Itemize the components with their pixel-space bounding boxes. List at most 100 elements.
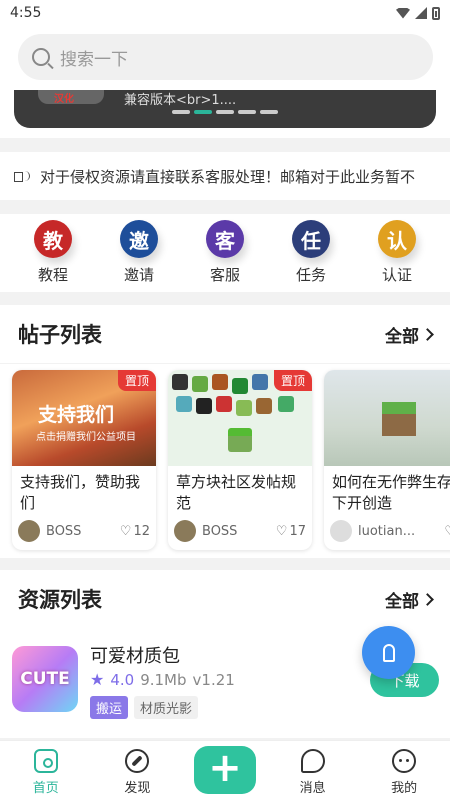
resource-rating: 4.0 — [110, 670, 135, 689]
app-screen: 4:55 搜索一下 汉化 兼容版本<br>1.... 对于侵权资源请直接联系客服… — [0, 0, 450, 800]
nav-messages[interactable]: 消息 — [278, 749, 348, 796]
resources-more-label: 全部 — [385, 591, 419, 612]
resource-tag: 搬运 — [90, 696, 129, 719]
resource-size: 9.1Mb — [140, 670, 187, 689]
block-icon — [216, 396, 232, 412]
notice-bar[interactable]: 对于侵权资源请直接联系客服处理！邮箱对于此业务暂不 — [0, 152, 450, 200]
block-icon — [176, 396, 192, 412]
quick-item-service[interactable]: 客 客服 — [190, 220, 260, 292]
banner-caption: 兼容版本<br>1.... — [124, 93, 237, 108]
nav-profile[interactable]: 我的 — [369, 749, 439, 796]
posts-more-link[interactable]: 全部 — [385, 322, 434, 347]
star-icon: ★ — [90, 670, 105, 689]
nav-discover[interactable]: 发现 — [102, 749, 172, 796]
quick-item-verify[interactable]: 认 认证 — [362, 220, 432, 292]
quick-item-invite[interactable]: 邀 邀请 — [104, 220, 174, 292]
post-title: 支持我们，赞助我们 — [20, 473, 141, 512]
carousel-dot[interactable] — [172, 110, 190, 114]
quick-item-task[interactable]: 任 任务 — [276, 220, 346, 292]
heart-icon: ♡ — [444, 524, 450, 539]
compass-icon — [125, 749, 150, 773]
status-time: 4:55 — [10, 5, 42, 21]
post-author: luotian... — [358, 523, 416, 539]
rocket-icon — [382, 643, 395, 662]
block-icon — [212, 374, 228, 390]
block-icon — [172, 374, 188, 390]
heart-icon: ♡ — [119, 523, 132, 539]
resource-meta: ★ 4.0 9.1Mb v1.21 — [90, 670, 235, 689]
post-card[interactable]: 置顶 草方块社区发帖规范 BOSS ♡ 17 — [168, 370, 312, 550]
like-count: 17 — [289, 523, 306, 539]
resource-tags: 搬运 材质光影 — [90, 696, 199, 719]
quick-label: 教程 — [37, 266, 68, 284]
posts-section-title: 帖子列表 — [18, 323, 102, 347]
banner-carousel[interactable]: 汉化 兼容版本<br>1.... — [14, 90, 436, 128]
heart-icon: ♡ — [275, 523, 288, 539]
post-card[interactable]: 支持我们 点击捐赠我们公益项目 置顶 支持我们，赞助我们 BOSS ♡ 12 — [12, 370, 156, 550]
resources-section-header: 资源列表 全部 — [0, 570, 450, 628]
avatar — [18, 520, 40, 542]
add-post-button[interactable]: + — [193, 746, 256, 794]
battery-icon — [432, 6, 440, 20]
chat-icon — [300, 749, 325, 773]
nav-label: 我的 — [391, 781, 418, 796]
block-icon — [196, 398, 212, 414]
post-card[interactable]: 如何在无作弊生存下开创造 luotian... ♡ — [324, 370, 450, 550]
post-meta: BOSS ♡ 12 — [12, 516, 156, 542]
rocket-fab-button[interactable] — [362, 626, 415, 679]
banner-area: 汉化 兼容版本<br>1.... — [0, 90, 450, 138]
invite-icon: 邀 — [120, 220, 158, 258]
resource-version: v1.21 — [192, 670, 235, 689]
pinned-badge: 置顶 — [273, 370, 312, 391]
block-icon — [256, 398, 272, 414]
post-image-subtitle: 点击捐赠我们公益项目 — [36, 432, 136, 443]
banner-logo: 汉化 — [54, 94, 74, 105]
bottom-nav: 首页 发现 + 消息 我的 — [0, 740, 450, 800]
grass-block-icon — [382, 402, 416, 436]
carousel-dot[interactable] — [260, 110, 278, 114]
avatar — [174, 520, 196, 542]
nav-label: 发现 — [124, 781, 151, 796]
nav-home[interactable]: 首页 — [11, 749, 81, 796]
post-title: 草方块社区发帖规范 — [176, 473, 297, 512]
chevron-right-icon — [421, 327, 434, 341]
chevron-right-icon — [421, 592, 434, 606]
block-icon — [252, 374, 268, 390]
resources-more-link[interactable]: 全部 — [385, 587, 434, 612]
post-image: 支持我们 点击捐赠我们公益项目 置顶 — [12, 370, 156, 466]
verify-icon: 认 — [378, 220, 416, 258]
posts-section-header: 帖子列表 全部 — [0, 305, 450, 363]
service-icon: 客 — [206, 220, 244, 258]
status-icons — [396, 6, 440, 20]
quick-label: 任务 — [295, 266, 326, 284]
carousel-dot[interactable] — [216, 110, 234, 114]
home-icon — [33, 749, 58, 773]
posts-list[interactable]: 支持我们 点击捐赠我们公益项目 置顶 支持我们，赞助我们 BOSS ♡ 12 置… — [0, 364, 450, 558]
carousel-dot-active[interactable] — [194, 110, 212, 114]
block-icon — [236, 400, 252, 416]
post-meta: luotian... ♡ — [324, 516, 450, 542]
post-author: BOSS — [202, 523, 238, 539]
carousel-dot[interactable] — [238, 110, 256, 114]
nav-label: 消息 — [299, 781, 326, 796]
quick-item-tutorial[interactable]: 教 教程 — [18, 220, 88, 292]
resource-name: 可爱材质包 — [90, 646, 180, 667]
notice-text: 对于侵权资源请直接联系客服处理！邮箱对于此业务暂不 — [40, 167, 416, 186]
search-icon — [32, 48, 50, 66]
signal-icon — [415, 7, 427, 19]
post-author: BOSS — [46, 523, 82, 539]
block-icon — [232, 378, 248, 394]
post-meta: BOSS ♡ 17 — [168, 516, 312, 542]
task-icon: 任 — [292, 220, 330, 258]
post-image: 置顶 — [168, 370, 312, 466]
post-image-title: 支持我们 — [38, 404, 115, 426]
post-image — [324, 370, 450, 466]
tutorial-icon: 教 — [34, 220, 72, 258]
wifi-icon — [396, 7, 410, 19]
resource-tag: 材质光影 — [134, 696, 199, 719]
resource-icon: CUTE — [12, 646, 78, 712]
grass-block-icon — [228, 428, 252, 452]
quick-label: 认证 — [381, 266, 412, 284]
smile-icon — [392, 749, 417, 773]
search-input[interactable]: 搜索一下 — [18, 34, 433, 80]
